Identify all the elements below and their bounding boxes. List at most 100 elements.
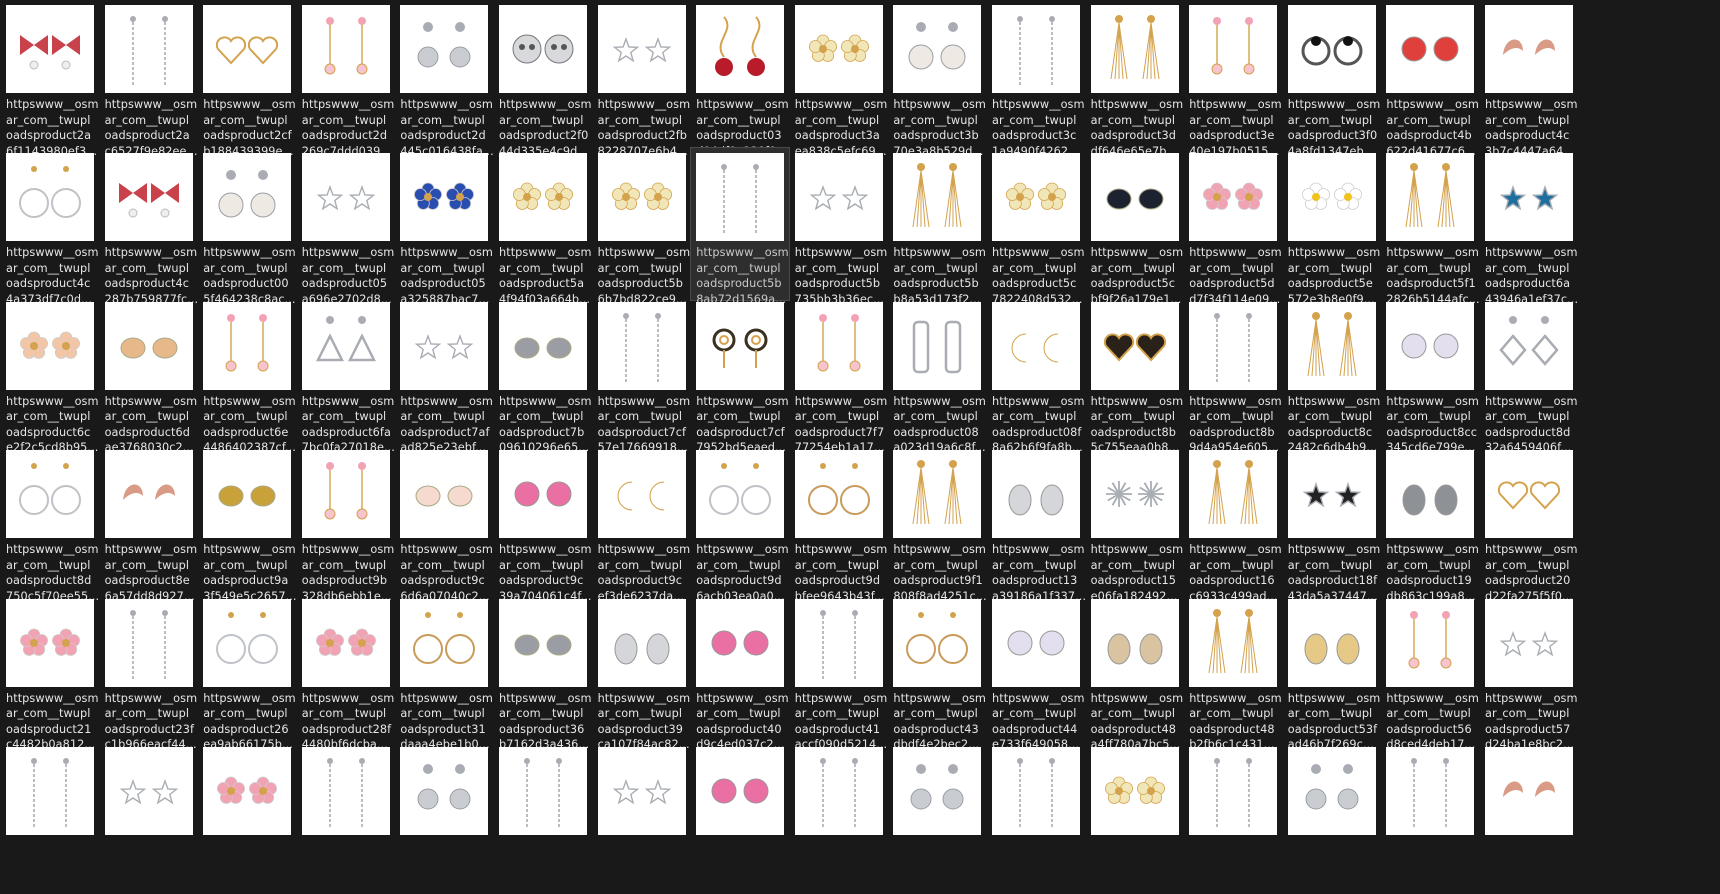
file-tile[interactable]: httpswww__osm ar_com__twupl oadsproduct7… [395,297,493,454]
file-thumbnail[interactable] [400,598,489,687]
file-thumbnail[interactable] [301,598,390,687]
file-thumbnail[interactable] [1386,5,1475,93]
file-tile[interactable]: httpswww__osm ar_com__twupl oadsproduct6… [1480,148,1578,306]
file-tile[interactable] [987,742,1085,894]
file-tile[interactable]: httpswww__osm ar_com__twupl oadsproduct4… [100,148,198,306]
file-thumbnail[interactable] [794,5,883,93]
file-tile[interactable]: httpswww__osm ar_com__twupl oadsproduct6… [297,297,395,454]
file-tile[interactable]: httpswww__osm ar_com__twupl oadsproduct2… [1480,445,1578,603]
file-tile[interactable]: httpswww__osm ar_com__twupl oadsproduct8… [1480,297,1578,454]
file-thumbnail[interactable] [992,153,1080,242]
file-thumbnail[interactable] [301,153,390,242]
file-tile[interactable]: httpswww__osm ar_com__twupl oadsproduct3… [790,0,888,158]
file-tile[interactable]: httpswww__osm ar_com__twupl oadsproduct3… [888,0,986,158]
file-tile[interactable]: httpswww__osm ar_com__twupl oadsproduct8… [1086,297,1184,454]
file-thumbnail[interactable] [696,301,785,390]
file-thumbnail[interactable] [696,450,785,539]
file-tile[interactable] [494,742,592,894]
file-thumbnail[interactable] [1090,5,1179,93]
file-thumbnail[interactable] [6,301,94,390]
file-tile[interactable]: httpswww__osm ar_com__twupl oadsproduct2… [494,0,592,158]
file-tile[interactable]: httpswww__osm ar_com__twupl oadsproduct8… [1381,297,1479,454]
file-tile[interactable] [593,742,691,894]
file-thumbnail[interactable] [6,598,94,687]
file-thumbnail[interactable] [992,5,1080,93]
file-tile[interactable]: httpswww__osm ar_com__twupl oadsproduct4… [691,594,789,751]
file-tile[interactable]: httpswww__osm ar_com__twupl oadsproduct7… [691,297,789,454]
file-thumbnail[interactable] [1090,450,1179,539]
file-thumbnail[interactable] [104,450,193,539]
file-thumbnail[interactable] [104,301,193,390]
file-thumbnail[interactable] [1189,5,1278,93]
file-thumbnail[interactable] [6,450,94,539]
file-thumbnail[interactable] [1090,301,1179,390]
file-tile[interactable]: httpswww__osm ar_com__twupl oadsproduct2… [593,0,691,158]
file-thumbnail[interactable] [1386,301,1475,390]
file-tile[interactable]: httpswww__osm ar_com__twupl oadsproduct8… [1184,297,1282,454]
file-thumbnail[interactable] [893,301,982,390]
file-thumbnail[interactable] [1090,747,1179,835]
file-tile[interactable] [1480,742,1578,894]
file-thumbnail[interactable] [203,153,292,242]
file-thumbnail[interactable] [400,5,489,93]
file-tile[interactable]: httpswww__osm ar_com__twupl oadsproduct5… [1283,594,1381,751]
file-thumbnail[interactable] [794,153,883,242]
file-thumbnail[interactable] [1386,747,1475,835]
file-tile[interactable]: httpswww__osm ar_com__twupl oadsproduct1… [987,445,1086,603]
file-thumbnail[interactable] [696,5,785,93]
file-thumbnail[interactable] [1189,450,1278,539]
file-tile[interactable]: httpswww__osm ar_com__twupl oadsproduct5… [1184,148,1282,306]
file-thumbnail[interactable] [400,747,489,835]
file-tile[interactable] [198,742,296,894]
file-tile[interactable]: httpswww__osm ar_com__twupl oadsproduct9… [494,445,592,603]
file-tile[interactable]: httpswww__osm ar_com__twupl oadsproduct2… [297,0,395,158]
file-tile[interactable] [1,742,99,894]
file-thumbnail[interactable] [893,153,982,242]
file-tile[interactable] [297,742,395,894]
file-thumbnail[interactable] [203,747,292,835]
file-tile[interactable]: httpswww__osm ar_com__twupl oadsproduct9… [297,445,395,603]
file-tile[interactable] [888,742,986,894]
file-tile[interactable]: httpswww__osm ar_com__twupl oadsproduct5… [494,148,592,306]
file-tile[interactable]: httpswww__osm ar_com__twupl oadsproduct2… [198,0,296,158]
file-tile[interactable]: httpswww__osm ar_com__twupl oadsproduct7… [593,297,691,454]
file-thumbnail[interactable] [104,598,193,687]
file-tile[interactable] [1184,742,1282,894]
file-tile[interactable] [1381,742,1479,894]
file-thumbnail[interactable] [1386,598,1475,687]
file-tile[interactable]: httpswww__osm ar_com__twupl oadsproduct0… [888,297,986,454]
file-tile[interactable]: httpswww__osm ar_com__twupl oadsproduct3… [987,0,1085,158]
file-tile[interactable]: httpswww__osm ar_com__twupl oadsproduct3… [395,594,493,751]
file-tile[interactable]: httpswww__osm ar_com__twupl oadsproduct9… [395,445,493,603]
file-tile[interactable]: httpswww__osm ar_com__twupl oadsproduct5… [690,147,791,306]
file-thumbnail[interactable] [1189,747,1278,835]
file-thumbnail[interactable] [1386,153,1475,242]
file-tile[interactable]: httpswww__osm ar_com__twupl oadsproduct9… [593,445,691,603]
file-tile[interactable]: httpswww__osm ar_com__twupl oadsproduct4… [790,594,888,751]
file-thumbnail[interactable] [203,301,292,390]
file-thumbnail[interactable] [499,747,587,835]
file-tile[interactable]: httpswww__osm ar_com__twupl oadsproduct5… [1283,148,1381,306]
file-tile[interactable]: httpswww__osm ar_com__twupl oadsproduct4… [1184,594,1282,751]
file-tile[interactable]: httpswww__osm ar_com__twupl oadsproduct5… [1381,148,1480,306]
file-tile[interactable]: httpswww__osm ar_com__twupl oadsproduct2… [395,0,494,158]
file-tile[interactable]: httpswww__osm ar_com__twupl oadsproduct0… [297,148,395,306]
file-thumbnail[interactable] [992,598,1080,687]
file-tile[interactable]: httpswww__osm ar_com__twupl oadsproduct3… [1086,0,1184,158]
file-thumbnail[interactable] [301,301,390,390]
file-thumbnail[interactable] [6,747,94,835]
file-thumbnail[interactable] [893,598,982,687]
file-thumbnail[interactable] [1287,598,1376,687]
file-tile[interactable]: httpswww__osm ar_com__twupl oadsproduct9… [790,445,888,603]
file-thumbnail[interactable] [696,153,785,242]
file-thumbnail[interactable] [1189,598,1278,687]
file-tile[interactable]: httpswww__osm ar_com__twupl oadsproduct2… [297,594,395,751]
file-thumbnail[interactable] [597,598,686,687]
file-tile[interactable]: httpswww__osm ar_com__twupl oadsproduct1… [1184,445,1282,603]
file-thumbnail[interactable] [794,450,883,539]
file-thumbnail[interactable] [992,747,1080,835]
file-tile[interactable]: httpswww__osm ar_com__twupl oadsproduct7… [494,297,592,454]
file-thumbnail[interactable] [597,153,686,242]
file-thumbnail[interactable] [1287,450,1376,539]
file-thumbnail[interactable] [499,153,587,242]
